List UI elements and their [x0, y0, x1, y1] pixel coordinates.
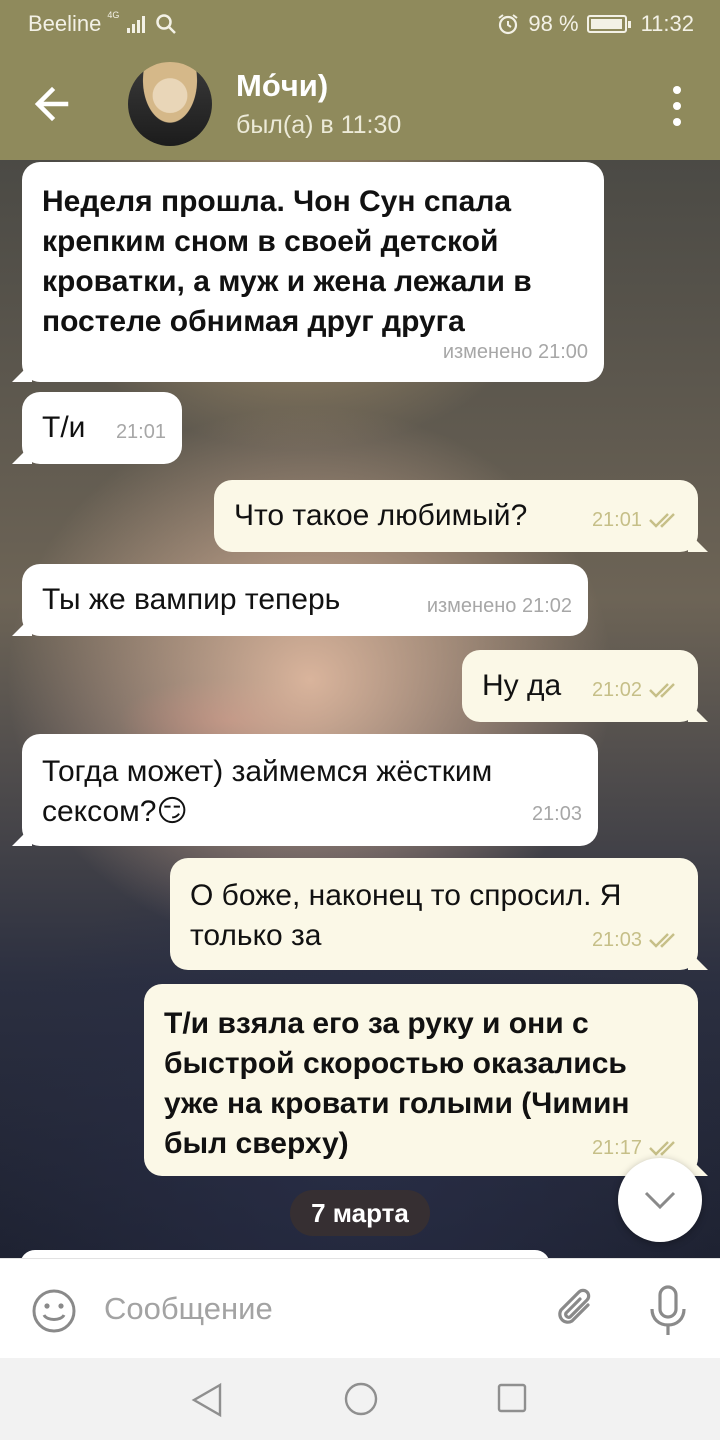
read-check-icon — [649, 933, 675, 948]
message-bubble[interactable]: Неделя прошла. Чон Сун спала крепким сно… — [22, 162, 604, 382]
nav-home-icon[interactable] — [344, 1382, 378, 1416]
message-time: изменено 21:02 — [426, 595, 572, 617]
contact-name[interactable]: Мо́чи) — [236, 68, 328, 104]
read-check-icon — [649, 683, 675, 698]
message-bubble[interactable]: Тогда может) займемся жёстким сексом?😏 2… — [22, 734, 598, 846]
battery-fill — [590, 19, 622, 29]
carrier-label: Beeline — [28, 11, 102, 36]
message-text: Неделя прошла. Чон Сун спала крепким сно… — [42, 185, 532, 338]
message-composer: Сообщение — [0, 1258, 720, 1358]
chat-area[interactable]: Неделя прошла. Чон Сун спала крепким сно… — [0, 160, 720, 1258]
message-bubble[interactable] — [20, 1250, 550, 1258]
search-icon — [156, 14, 177, 34]
battery-percent: 98 % — [528, 11, 579, 36]
message-time: 21:01 — [115, 421, 166, 443]
message-bubble[interactable]: О боже, наконец то спросил. Я только за … — [170, 858, 698, 970]
avatar[interactable] — [128, 62, 212, 146]
system-nav-bar — [0, 1358, 720, 1440]
battery-icon — [586, 15, 631, 33]
message-time: изменено 21:00 — [442, 341, 588, 363]
message-text: Тогда может) займемся жёстким сексом?😏 — [42, 755, 493, 828]
chevron-down-icon — [644, 1191, 676, 1210]
message-time: 21:01 — [592, 500, 682, 540]
emoji-icon[interactable] — [30, 1287, 78, 1335]
clock: 11:32 — [640, 11, 694, 36]
nav-recent-icon[interactable] — [497, 1383, 527, 1413]
message-bubble[interactable]: Ты же вампир теперь изменено 21:02 — [22, 564, 588, 636]
read-check-icon — [649, 513, 675, 528]
read-check-icon — [649, 1141, 675, 1156]
status-bar: Beeline 4G 98 % 11:32 — [0, 0, 720, 48]
message-bubble[interactable]: Ну да 21:02 — [462, 650, 698, 722]
last-seen-status: был(а) в 11:30 — [236, 111, 402, 139]
attach-icon[interactable] — [552, 1283, 600, 1335]
message-time: 21:03 — [592, 920, 682, 960]
scroll-down-button[interactable] — [618, 1158, 702, 1242]
nav-back-icon[interactable] — [190, 1382, 224, 1418]
message-bubble[interactable]: Что такое любимый? 21:01 — [214, 480, 698, 552]
message-bubble[interactable]: Т/и 21:01 — [22, 392, 182, 464]
network-type: 4G — [107, 10, 120, 20]
mic-icon[interactable] — [646, 1283, 690, 1339]
date-separator: 7 марта — [290, 1190, 430, 1236]
message-time: 21:02 — [592, 670, 682, 710]
message-time: 21:03 — [531, 803, 582, 825]
alarm-icon — [498, 14, 519, 35]
status-right: 98 % 11:32 — [496, 11, 694, 37]
back-button[interactable] — [30, 82, 80, 126]
back-arrow-icon — [34, 86, 69, 122]
message-bubble[interactable]: Т/и взяла его за руку и они с быстрой ск… — [144, 984, 698, 1176]
signal-icon — [127, 15, 146, 33]
chat-header: Мо́чи) был(а) в 11:30 — [0, 48, 720, 160]
more-vert-icon[interactable] — [672, 86, 682, 126]
message-input[interactable]: Сообщение — [104, 1291, 273, 1327]
status-left: Beeline 4G — [28, 10, 177, 37]
